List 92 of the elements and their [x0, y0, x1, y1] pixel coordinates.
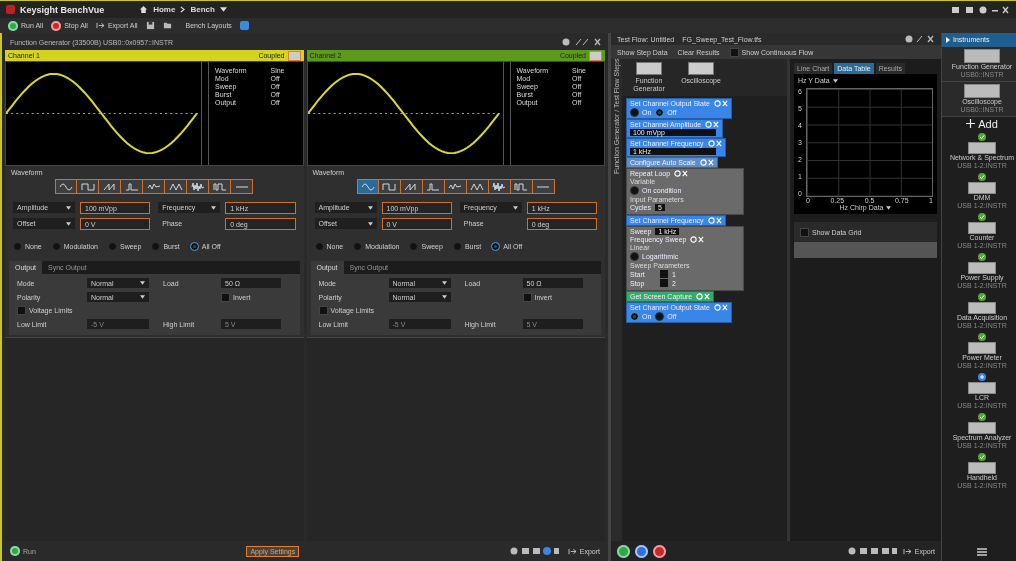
- toolbar-icons[interactable]: [509, 546, 560, 556]
- caret-icon: [832, 78, 838, 83]
- export-icon: [902, 547, 912, 555]
- pause-button[interactable]: [635, 544, 648, 558]
- square-wave-icon: [80, 180, 95, 193]
- couple-toggle-button[interactable]: [589, 50, 602, 61]
- gear-close-icon[interactable]: [707, 140, 722, 147]
- waveform-shape-button[interactable]: [532, 179, 555, 194]
- caret-icon: [367, 221, 373, 226]
- waveform-shape-button[interactable]: [488, 179, 511, 194]
- square-wave-icon: [382, 180, 397, 193]
- gear-close-icon[interactable]: [707, 217, 722, 224]
- panel-controls-icon[interactable]: [905, 34, 935, 44]
- waveform-shape-button[interactable]: [400, 179, 423, 194]
- gear-close-icon[interactable]: [699, 159, 714, 166]
- pulse-wave-icon: [124, 180, 139, 193]
- caret-icon: [140, 295, 145, 299]
- instrument-photo-placeholder[interactable]: [968, 422, 996, 434]
- export-icon: [567, 547, 577, 555]
- gear-close-icon[interactable]: [705, 121, 720, 128]
- run-icon: [10, 546, 20, 556]
- prbs-wave-icon: [514, 180, 529, 193]
- stop-button[interactable]: [653, 544, 666, 558]
- window-controls-icon[interactable]: [950, 4, 1010, 15]
- caret-icon: [367, 205, 373, 210]
- noise-wave-icon: [492, 180, 507, 193]
- waveform-shape-button[interactable]: [187, 179, 210, 194]
- pulse-wave-icon: [426, 180, 441, 193]
- waveform-shape-button[interactable]: [378, 179, 401, 194]
- expand-arrow-icon: [946, 37, 950, 43]
- gear-close-icon[interactable]: [690, 236, 705, 243]
- gear-close-icon[interactable]: [674, 170, 689, 177]
- caret-icon: [512, 205, 518, 210]
- device-photo-placeholder: [636, 62, 662, 75]
- stop-icon: [51, 20, 62, 31]
- caret-icon: [66, 221, 71, 226]
- waveform-shape-button[interactable]: [99, 179, 122, 194]
- caret-icon: [441, 281, 447, 285]
- waveform-shape-button[interactable]: [466, 179, 489, 194]
- play-button[interactable]: [617, 544, 630, 558]
- waveform-shape-button[interactable]: [209, 179, 232, 194]
- waveform-shape-button[interactable]: [356, 179, 379, 194]
- instrument-photo-placeholder[interactable]: [968, 382, 996, 394]
- add-instrument-button[interactable]: Add: [966, 119, 998, 128]
- waveform-shape-button[interactable]: [165, 179, 188, 194]
- toolbar-icons[interactable]: [847, 546, 898, 556]
- caret-icon: [66, 205, 71, 210]
- gear-close-icon[interactable]: [713, 304, 728, 311]
- app-title: Keysight BenchVue: [20, 4, 105, 15]
- gear-close-icon[interactable]: [696, 293, 711, 300]
- waveform-shape-button[interactable]: [510, 179, 533, 194]
- waveform-shape-button[interactable]: [55, 179, 78, 194]
- caret-icon: [886, 205, 892, 210]
- instrument-photo-placeholder[interactable]: [968, 302, 996, 314]
- panel-controls-icon[interactable]: [562, 37, 602, 47]
- waveform-shape-button[interactable]: [422, 179, 445, 194]
- breadcrumb-link[interactable]: Home: [153, 5, 176, 14]
- instrument-photo-placeholder[interactable]: [968, 182, 996, 194]
- waveform-shape-button[interactable]: [77, 179, 100, 194]
- instrument-photo-placeholder[interactable]: [968, 222, 996, 234]
- caret-icon: [441, 295, 447, 299]
- folder-icon[interactable]: [162, 21, 172, 30]
- instrument-photo-placeholder[interactable]: [964, 84, 1000, 98]
- save-icon[interactable]: [145, 21, 155, 30]
- instrument-photo-placeholder[interactable]: [968, 262, 996, 274]
- menu-icon[interactable]: [976, 547, 988, 557]
- noise-wave-icon: [190, 180, 205, 193]
- caret-icon: [140, 281, 145, 285]
- layout-toggle-button[interactable]: [239, 21, 249, 30]
- couple-toggle-button[interactable]: [287, 50, 301, 61]
- instrument-photo-placeholder[interactable]: [968, 462, 996, 474]
- device-photo-placeholder: [688, 62, 714, 75]
- prbs-wave-icon: [212, 180, 227, 193]
- gear-close-icon[interactable]: [713, 100, 728, 107]
- instrument-photo-placeholder[interactable]: [968, 342, 996, 354]
- color-swatch[interactable]: [660, 270, 668, 278]
- color-swatch[interactable]: [660, 279, 668, 287]
- home-icon: [139, 5, 149, 14]
- waveform-shape-button[interactable]: [444, 179, 467, 194]
- waveform-shape-button[interactable]: [121, 179, 144, 194]
- instrument-photo-placeholder[interactable]: [968, 142, 996, 154]
- breadcrumb-link[interactable]: Bench: [190, 5, 215, 14]
- chevron-icon: [180, 6, 186, 13]
- app-logo-icon: [6, 5, 15, 14]
- run-icon: [8, 20, 18, 31]
- waveform-shape-button[interactable]: [143, 179, 166, 194]
- export-icon: [95, 22, 105, 29]
- plus-icon: [966, 119, 976, 128]
- waveform-shape-button[interactable]: [231, 179, 254, 194]
- instrument-photo-placeholder[interactable]: [964, 49, 1000, 63]
- caret-icon: [211, 205, 217, 210]
- caret-icon[interactable]: [219, 7, 227, 12]
